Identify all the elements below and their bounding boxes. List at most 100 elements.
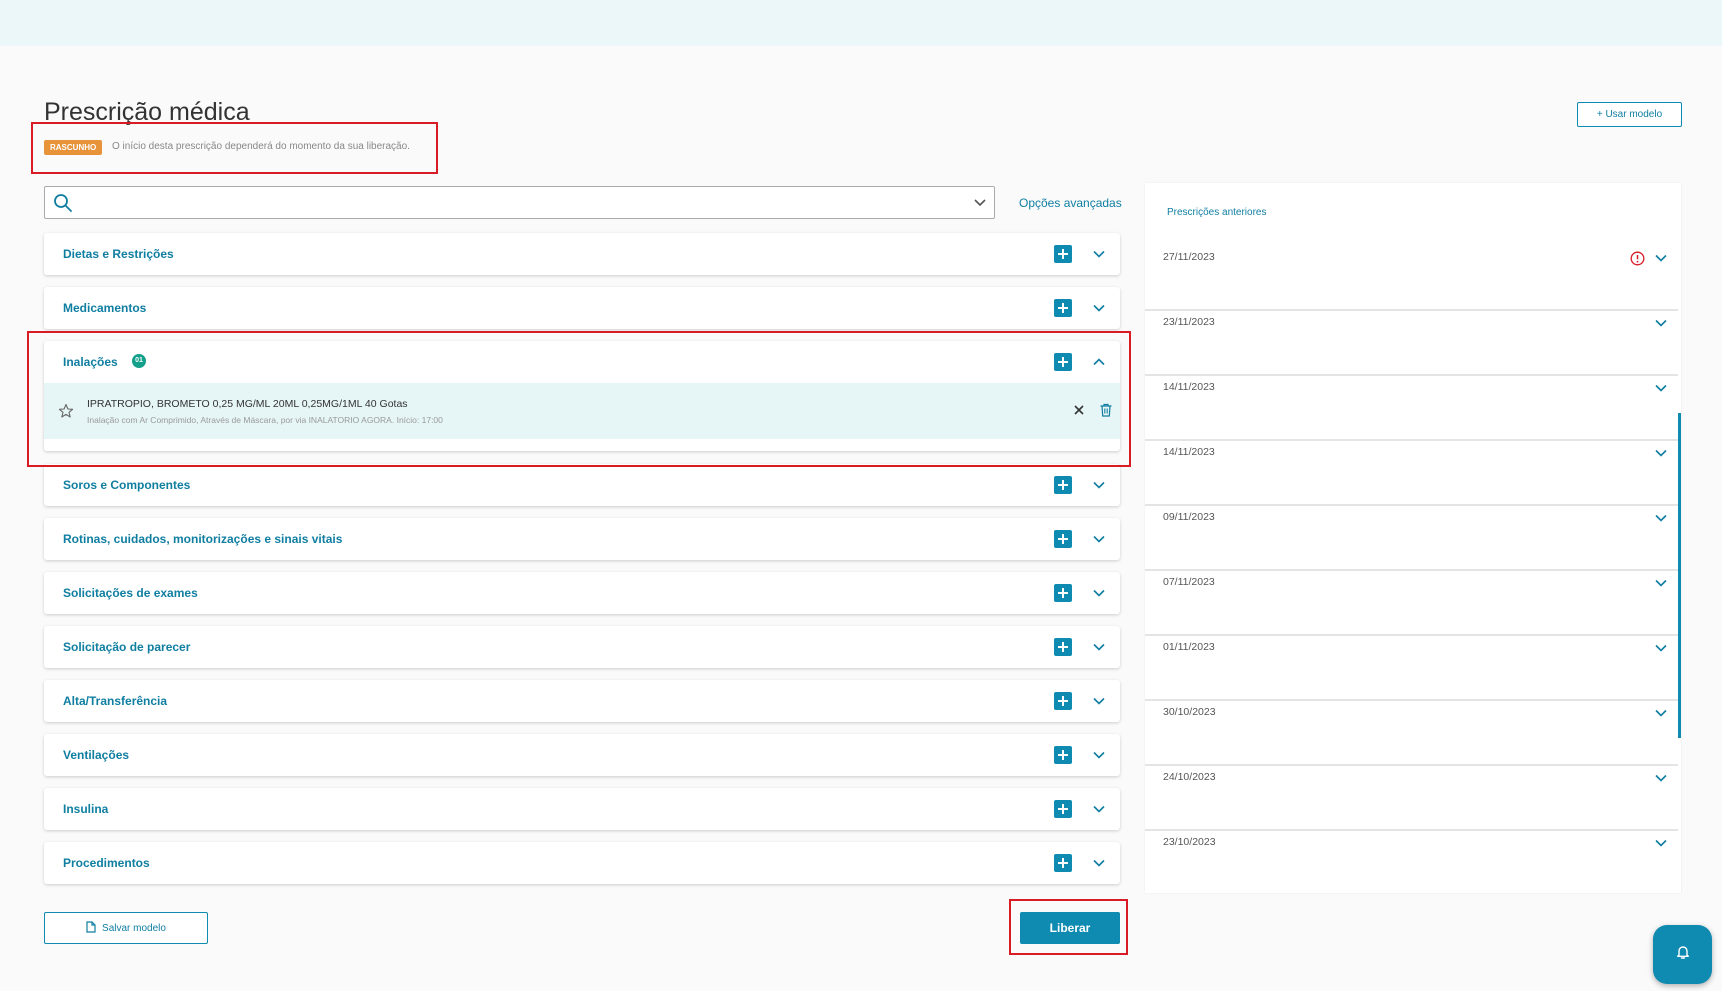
chevron-down-icon[interactable] [1092, 247, 1106, 261]
prescription-date: 30/10/2023 [1163, 706, 1216, 718]
section-label: Soros e Componentes [63, 478, 191, 492]
plus-icon [1054, 638, 1072, 656]
previous-prescription-item[interactable]: 27/11/2023 [1145, 246, 1678, 311]
plus-icon [1054, 800, 1072, 818]
notifications-button[interactable] [1653, 925, 1712, 984]
use-model-button[interactable]: + Usar modelo [1577, 102, 1682, 127]
previous-prescriptions-title: Prescrições anteriores [1167, 207, 1267, 218]
top-bar [0, 0, 1722, 46]
section-panel: Medicamentos [44, 287, 1120, 329]
section-header[interactable]: Procedimentos [44, 842, 1120, 884]
chevron-down-icon[interactable] [1654, 576, 1668, 590]
save-model-button[interactable]: Salvar modelo [44, 912, 208, 944]
plus-icon [1054, 692, 1072, 710]
section-header[interactable]: Solicitações de exames [44, 572, 1120, 614]
plus-icon [1054, 530, 1072, 548]
scrollbar[interactable] [1678, 413, 1681, 738]
prescription-date: 14/11/2023 [1163, 446, 1215, 458]
add-button[interactable] [1054, 746, 1072, 764]
highlight-box-release [1009, 899, 1128, 955]
section-header[interactable]: Solicitação de parecer [44, 626, 1120, 668]
section-label: Rotinas, cuidados, monitorizações e sina… [63, 532, 343, 546]
previous-prescription-item[interactable]: 24/10/2023 [1145, 766, 1678, 831]
previous-prescriptions-panel: Prescrições anteriores 27/11/2023 23/11/2… [1145, 183, 1681, 893]
chevron-down-icon[interactable] [972, 195, 988, 211]
section-panel: Insulina [44, 788, 1120, 830]
advanced-options-link[interactable]: Opções avançadas [1019, 196, 1122, 210]
add-button[interactable] [1054, 800, 1072, 818]
section-header[interactable]: Alta/Transferência [44, 680, 1120, 722]
search-input[interactable] [44, 186, 995, 219]
section-label: Dietas e Restrições [63, 247, 174, 261]
section-label: Procedimentos [63, 856, 150, 870]
chevron-down-icon[interactable] [1092, 532, 1106, 546]
add-button[interactable] [1054, 299, 1072, 317]
chevron-down-icon[interactable] [1092, 748, 1106, 762]
previous-prescription-item[interactable]: 01/11/2023 [1145, 636, 1678, 701]
chevron-down-icon[interactable] [1654, 511, 1668, 525]
plus-icon [1054, 854, 1072, 872]
section-panel: Solicitação de parecer [44, 626, 1120, 668]
prescription-date: 09/11/2023 [1163, 511, 1215, 523]
alert-circle-icon [1630, 251, 1645, 266]
chevron-down-icon[interactable] [1092, 802, 1106, 816]
bell-icon [1675, 944, 1691, 965]
previous-prescriptions-list: 27/11/2023 23/11/2023 14/11/2023 14/11/2023… [1145, 246, 1678, 893]
section-panel: Alta/Transferência [44, 680, 1120, 722]
previous-prescription-item[interactable]: 09/11/2023 [1145, 506, 1678, 571]
section-header[interactable]: Medicamentos [44, 287, 1120, 329]
highlight-box-status [31, 122, 438, 174]
save-model-label: Salvar modelo [102, 922, 166, 934]
section-label: Medicamentos [63, 301, 147, 315]
add-button[interactable] [1054, 584, 1072, 602]
section-header[interactable]: Dietas e Restrições [44, 233, 1120, 275]
chevron-down-icon[interactable] [1092, 301, 1106, 315]
section-label: Insulina [63, 802, 109, 816]
add-button[interactable] [1054, 476, 1072, 494]
section-header[interactable]: Rotinas, cuidados, monitorizações e sina… [44, 518, 1120, 560]
section-header[interactable]: Soros e Componentes [44, 464, 1120, 506]
previous-prescription-item[interactable]: 14/11/2023 [1145, 441, 1678, 506]
use-model-label: + Usar modelo [1596, 109, 1663, 120]
chevron-down-icon[interactable] [1092, 586, 1106, 600]
chevron-down-icon[interactable] [1654, 251, 1668, 265]
prescription-date: 07/11/2023 [1163, 576, 1215, 588]
prescription-date: 23/10/2023 [1163, 836, 1216, 848]
chevron-down-icon[interactable] [1654, 316, 1668, 330]
plus-icon [1054, 245, 1072, 263]
section-panel: Soros e Componentes [44, 464, 1120, 506]
chevron-down-icon[interactable] [1654, 836, 1668, 850]
plus-icon [1054, 476, 1072, 494]
previous-prescription-item[interactable]: 07/11/2023 [1145, 571, 1678, 636]
add-button[interactable] [1054, 530, 1072, 548]
add-button[interactable] [1054, 638, 1072, 656]
chevron-down-icon[interactable] [1092, 640, 1106, 654]
section-header[interactable]: Ventilações [44, 734, 1120, 776]
plus-icon [1054, 584, 1072, 602]
prescription-date: 01/11/2023 [1163, 641, 1215, 653]
plus-icon [1054, 299, 1072, 317]
section-panel: Procedimentos [44, 842, 1120, 884]
prescription-date: 23/11/2023 [1163, 316, 1215, 328]
section-panel: Rotinas, cuidados, monitorizações e sina… [44, 518, 1120, 560]
section-header[interactable]: Insulina [44, 788, 1120, 830]
previous-prescription-item[interactable]: 23/11/2023 [1145, 311, 1678, 376]
add-button[interactable] [1054, 245, 1072, 263]
add-button[interactable] [1054, 692, 1072, 710]
previous-prescription-item[interactable]: 14/11/2023 [1145, 376, 1678, 441]
search-icon [53, 193, 73, 213]
chevron-down-icon[interactable] [1654, 641, 1668, 655]
chevron-down-icon[interactable] [1654, 706, 1668, 720]
chevron-down-icon[interactable] [1092, 694, 1106, 708]
chevron-down-icon[interactable] [1654, 771, 1668, 785]
highlight-box-inhalations [27, 331, 1131, 467]
prescription-date: 14/11/2023 [1163, 381, 1215, 393]
previous-prescription-item[interactable]: 23/10/2023 [1145, 831, 1678, 893]
add-button[interactable] [1054, 854, 1072, 872]
chevron-down-icon[interactable] [1654, 381, 1668, 395]
previous-prescription-item[interactable]: 30/10/2023 [1145, 701, 1678, 766]
prescription-date: 27/11/2023 [1163, 251, 1215, 263]
chevron-down-icon[interactable] [1654, 446, 1668, 460]
chevron-down-icon[interactable] [1092, 856, 1106, 870]
chevron-down-icon[interactable] [1092, 478, 1106, 492]
